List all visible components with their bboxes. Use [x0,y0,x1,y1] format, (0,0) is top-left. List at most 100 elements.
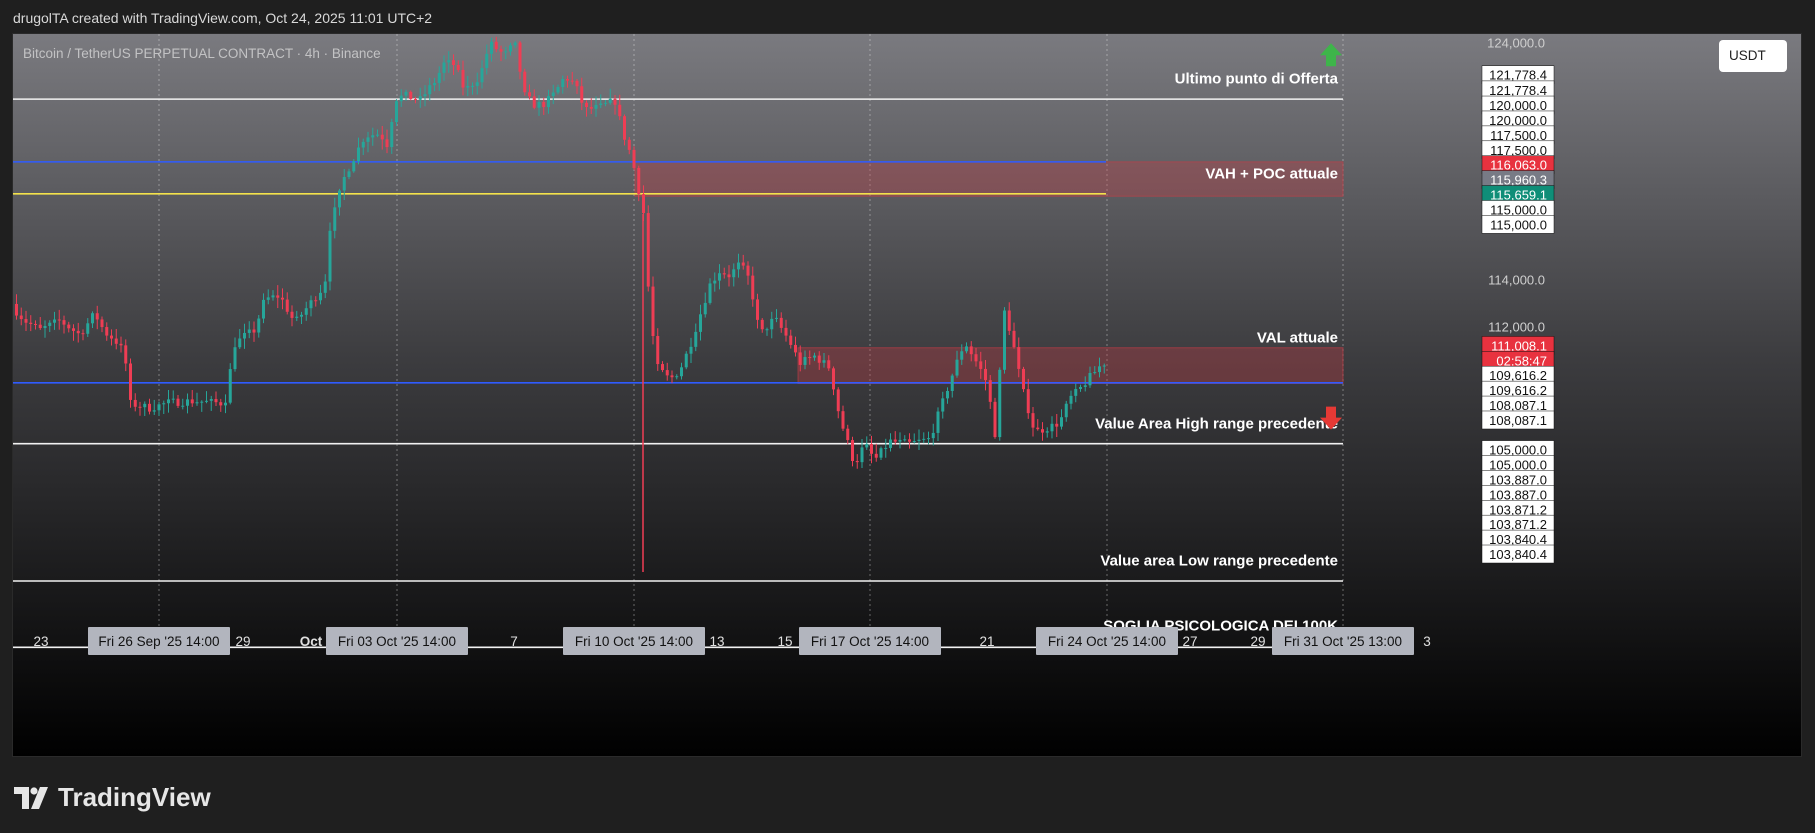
candle-body [889,439,892,448]
candle-body [485,53,489,69]
candle-body [62,320,66,325]
price-axis-label: 124,000.0 [1487,35,1545,50]
candle-body [499,49,503,52]
candle-body [832,368,835,390]
candle-body [689,346,693,354]
time-axis-label: 13 [709,634,724,649]
time-tag-label: Fri 17 Oct '25 14:00 [811,634,929,649]
candle-body [53,319,56,323]
candle-body [1041,429,1044,433]
candle-body [243,332,246,339]
price-tag-label: 108,087.1 [1489,413,1547,428]
candle-body [547,96,550,108]
time-axis-label: 29 [235,634,250,649]
candle-body [637,167,641,195]
candle-body [827,360,831,369]
candle-body [836,389,840,412]
candle-body [262,299,265,319]
chart-plot[interactable]: Ultimo punto di Offerta VAH + POC attuale… [13,34,1802,757]
candle-body [494,41,498,50]
time-axis-label: 3 [1423,634,1431,649]
candle-body [309,300,313,309]
time-axis-label: 15 [777,634,792,649]
candle-body [148,403,151,412]
candle-body [86,323,90,334]
time-tag-label: Fri 03 Oct '25 14:00 [338,634,456,649]
candle-body [528,92,531,97]
candle-body [822,360,826,363]
candle-body [57,319,61,321]
candle-body [737,262,740,270]
candle-body [19,315,23,320]
candle-body [936,411,940,433]
candle-body [851,440,854,462]
candle-body [566,79,569,81]
candle-body [855,461,859,463]
tradingview-wordmark: TradingView [58,782,211,812]
candle-body [917,439,921,442]
candle-body [205,400,208,402]
time-axis-label: Oct [300,634,323,649]
candle-body [1098,366,1101,373]
candle-body [941,398,945,412]
tradingview-logo-icon [14,786,48,809]
candle-body [319,292,322,301]
candle-body [1083,385,1087,387]
time-axis-label: 27 [1182,634,1197,649]
candle-body [219,402,223,406]
candle-body [509,45,512,52]
candle-body [399,95,403,102]
candle-body [1064,403,1068,418]
candle-body [105,327,109,336]
candle-body [414,99,417,101]
candle-body [912,441,916,443]
candle-body [471,85,474,87]
candle-body [152,410,156,412]
candle-body [195,402,199,404]
candle-body [76,330,80,334]
candle-body [808,357,812,359]
candle-body [532,96,536,108]
chart-area[interactable]: Ultimo punto di Offerta VAH + POC attuale… [12,33,1802,757]
candle-body [665,370,669,376]
candle-body [817,355,821,363]
candle-body [585,102,588,107]
candle-body [1088,372,1092,386]
candle-body [974,354,978,362]
candle-body [380,134,384,140]
candle-body [352,161,356,172]
candle-body [965,346,968,352]
candle-body [675,376,679,378]
candle-body [15,303,18,316]
candle-body [1055,423,1059,427]
candle-body [632,149,636,168]
candle-body [480,68,484,83]
candle-body [694,331,698,347]
candle-body [323,281,327,293]
currency-button[interactable]: USDT [1719,40,1787,72]
candle-body [879,448,883,458]
candle-body [91,313,94,324]
candle-body [437,72,441,83]
candle-body [428,85,432,95]
candle-body [1012,330,1016,348]
candle-body [998,369,1002,438]
candle-body [347,171,351,177]
candle-body [922,438,926,440]
candle-body [846,428,850,441]
candle-body [452,60,455,66]
candle-body [969,346,973,355]
candle-body [1050,423,1054,432]
candle-body [290,311,294,318]
candle-body [490,41,493,54]
price-axis-label: 114,000.0 [1488,272,1545,287]
candle-body [756,299,759,320]
candle-body [390,122,394,148]
candle-body [95,313,99,320]
candle-body [181,405,185,407]
candle-body [1026,389,1030,414]
candle-body [266,297,270,300]
candle-body [1079,386,1082,389]
candle-body [984,368,987,381]
candle-body [779,317,783,328]
